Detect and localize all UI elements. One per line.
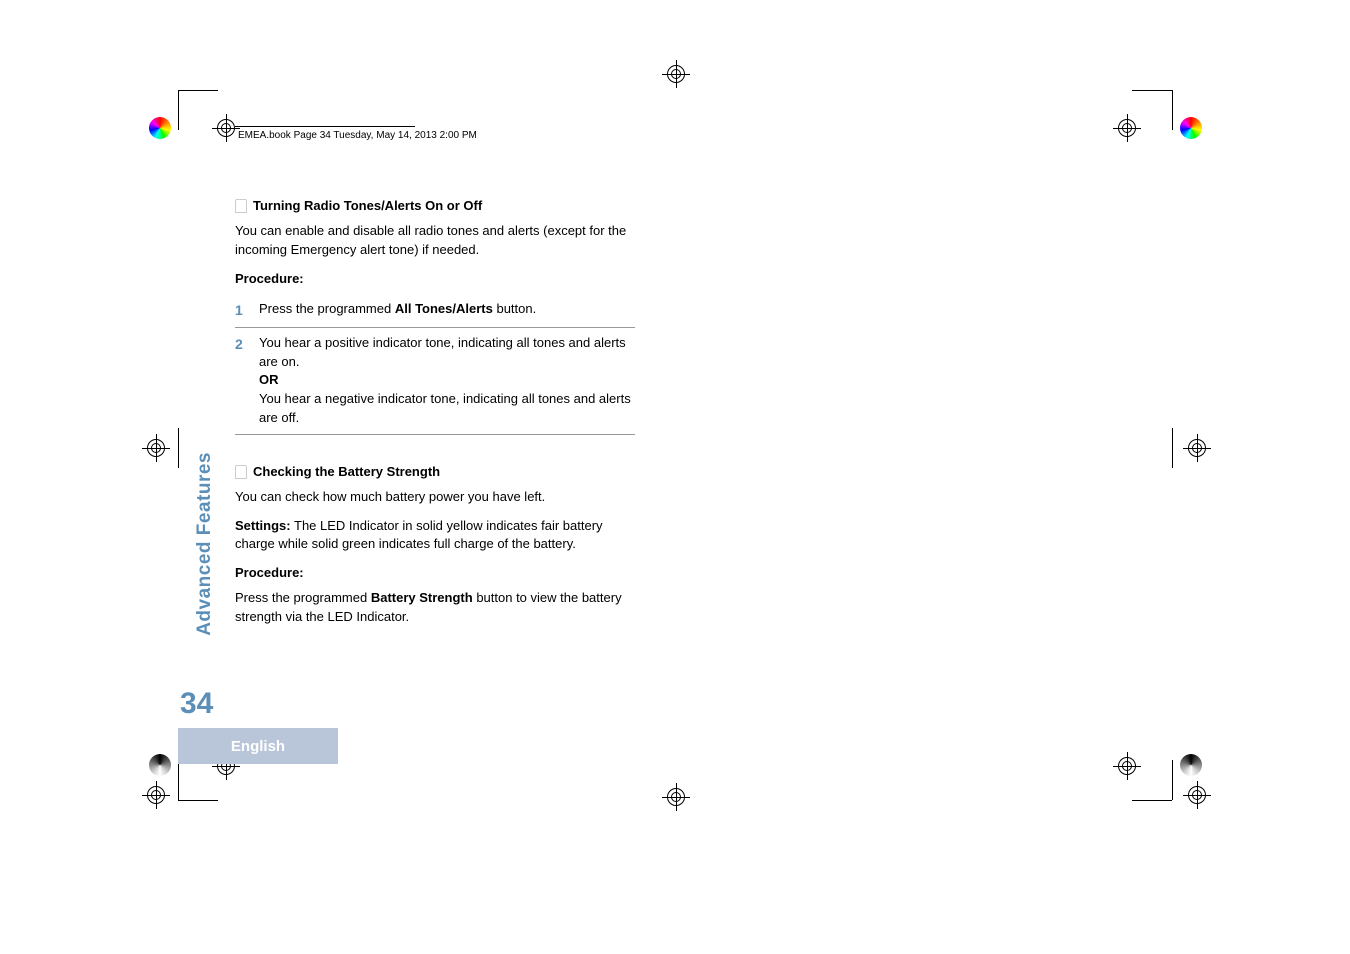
crop-mark xyxy=(178,760,179,800)
registration-mark-icon xyxy=(212,114,240,142)
gray-wheel-icon xyxy=(149,754,171,776)
step-item: 2 You hear a positive indicator tone, in… xyxy=(235,328,635,435)
color-wheel-icon xyxy=(149,117,171,139)
language-label: English xyxy=(231,738,285,755)
color-wheel-icon xyxy=(1180,117,1202,139)
page-icon xyxy=(235,465,247,479)
crop-mark xyxy=(1132,90,1172,91)
settings-paragraph: Settings: The LED Indicator in solid yel… xyxy=(235,517,635,555)
section-title: Checking the Battery Strength xyxy=(253,463,440,482)
registration-mark-icon xyxy=(1113,114,1141,142)
procedure-label: Procedure: xyxy=(235,564,635,583)
procedure-label: Procedure: xyxy=(235,270,635,289)
registration-mark-icon xyxy=(662,60,690,88)
crop-mark xyxy=(178,90,218,91)
section-heading: Turning Radio Tones/Alerts On or Off xyxy=(235,197,635,216)
crop-mark xyxy=(1172,760,1173,800)
intro-paragraph: You can check how much battery power you… xyxy=(235,488,635,507)
step-number: 1 xyxy=(235,300,247,320)
registration-mark-icon xyxy=(142,781,170,809)
intro-paragraph: You can enable and disable all radio ton… xyxy=(235,222,635,260)
crop-mark xyxy=(1172,90,1173,130)
side-tab: Advanced Features xyxy=(194,452,216,636)
section-heading: Checking the Battery Strength xyxy=(235,463,635,482)
registration-mark-icon xyxy=(1183,781,1211,809)
crop-mark xyxy=(178,800,218,801)
crop-mark xyxy=(178,90,179,130)
step-text: You hear a positive indicator tone, indi… xyxy=(259,334,635,428)
step-text: Press the programmed All Tones/Alerts bu… xyxy=(259,300,635,320)
content-column: Turning Radio Tones/Alerts On or Off You… xyxy=(235,197,635,637)
registration-mark-icon xyxy=(1113,752,1141,780)
gray-wheel-icon xyxy=(1180,754,1202,776)
registration-mark-icon xyxy=(142,434,170,462)
registration-mark-icon xyxy=(662,783,690,811)
header-rule xyxy=(235,126,415,127)
header-text: EMEA.book Page 34 Tuesday, May 14, 2013 … xyxy=(238,130,477,141)
page-number: 34 xyxy=(180,687,213,721)
page-icon xyxy=(235,199,247,213)
crop-mark xyxy=(178,428,179,468)
registration-mark-icon xyxy=(1183,434,1211,462)
step-list: 1 Press the programmed All Tones/Alerts … xyxy=(235,294,635,435)
crop-mark xyxy=(1132,800,1172,801)
procedure-text: Press the programmed Battery Strength bu… xyxy=(235,589,635,627)
language-band: English xyxy=(178,728,338,764)
step-number: 2 xyxy=(235,334,247,428)
crop-mark xyxy=(1172,428,1173,468)
step-item: 1 Press the programmed All Tones/Alerts … xyxy=(235,294,635,327)
section: Checking the Battery Strength You can ch… xyxy=(235,463,635,627)
section-title: Turning Radio Tones/Alerts On or Off xyxy=(253,197,482,216)
